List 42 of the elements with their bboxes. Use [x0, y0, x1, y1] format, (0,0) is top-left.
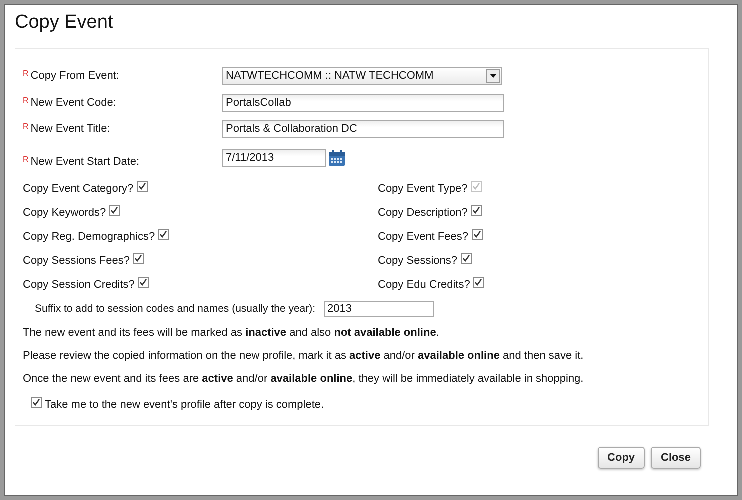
checkbox-label: Take me to the new event's profile after copy is complete. [45, 398, 324, 410]
text-field[interactable]: Portals & Collaboration DC [222, 120, 504, 138]
calendar-icon[interactable] [328, 148, 346, 166]
text-field[interactable]: PortalsCollab [222, 94, 504, 112]
checkbox[interactable] [133, 252, 144, 264]
checkbox[interactable] [460, 252, 472, 264]
required-mark: R [23, 96, 29, 105]
window-title: Copy Event [14, 11, 114, 35]
field-label: Copy From Event: [30, 70, 120, 82]
event-dropdown[interactable]: NATWTECHCOMM :: NATW TECHCOMM [222, 67, 502, 86]
checkbox-label: Copy Event Fees? [378, 230, 468, 242]
close-button[interactable]: Close [651, 447, 701, 469]
field-label: New Event Code: [30, 96, 116, 109]
checkbox[interactable] [470, 204, 482, 216]
checkbox-label: Copy Session Credits? [23, 278, 135, 290]
checkbox-label: Copy Reg. Demographics? [23, 230, 156, 242]
suffix-label: Suffix to add to session codes and names (usually the year): [35, 302, 316, 314]
checkbox-label: Copy Keywords? [23, 206, 106, 218]
checkbox[interactable] [136, 180, 148, 192]
checkbox[interactable] [472, 228, 482, 240]
checkbox-label: Copy Edu Credits? [378, 278, 470, 290]
suffix-field[interactable]: 2013 [324, 300, 434, 316]
info-text: Once the new event and its fees are active and/or available online, they will be immediately available in shopping. [23, 372, 584, 386]
required-mark: R [23, 156, 29, 164]
checkbox-label: Copy Event Category? [23, 182, 134, 194]
info-text: The new event and its fees will be marked as inactive and also not available online. [23, 326, 440, 340]
field-label: New Event Title: [30, 123, 110, 136]
checkbox-label: Copy Sessions Fees? [23, 254, 130, 266]
checkbox[interactable] [31, 396, 42, 408]
checkbox[interactable] [138, 276, 149, 288]
info-text: Please review the copied information on the new profile, mark it as active and/or available online and then save it. [23, 348, 584, 364]
date-field[interactable]: 7/11/2013 [222, 148, 326, 166]
field-label: New Event Start Date: [30, 156, 140, 168]
checkbox-label: Copy Sessions? [378, 254, 458, 266]
required-mark: R [23, 70, 29, 78]
checkbox-label: Copy Event Type? [378, 182, 468, 194]
required-mark: R [23, 123, 29, 132]
checkbox-label: Copy Description? [378, 206, 468, 218]
checkbox[interactable] [109, 204, 120, 216]
checkbox[interactable] [158, 228, 170, 240]
checkbox[interactable] [473, 276, 484, 288]
copy-button[interactable]: Copy [598, 447, 646, 469]
